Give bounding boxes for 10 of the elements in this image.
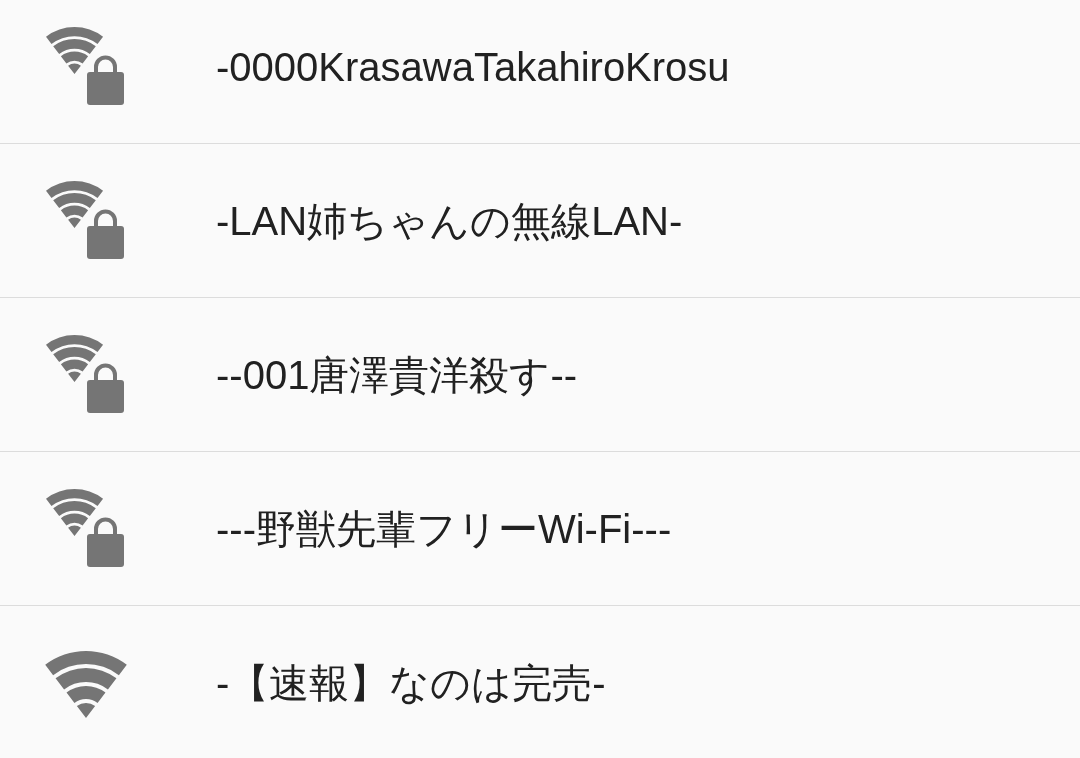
network-name: --001唐澤貴洋殺す-- [216,351,578,399]
network-list-item[interactable]: -【速報】なのは完売- [0,606,1080,758]
network-list-item[interactable]: -LAN姉ちゃんの無線LAN- [0,144,1080,298]
network-name: ---野獣先輩フリーWi-Fi--- [216,505,672,553]
network-name: -0000KrasawaTakahiroKrosu [216,43,730,91]
network-name: -【速報】なのは完売- [216,659,606,707]
network-name: -LAN姉ちゃんの無線LAN- [216,197,683,245]
network-list-item[interactable]: --001唐澤貴洋殺す-- [0,298,1080,452]
network-list-item[interactable]: ---野獣先輩フリーWi-Fi--- [0,452,1080,606]
network-list-item[interactable]: -0000KrasawaTakahiroKrosu [0,0,1080,144]
